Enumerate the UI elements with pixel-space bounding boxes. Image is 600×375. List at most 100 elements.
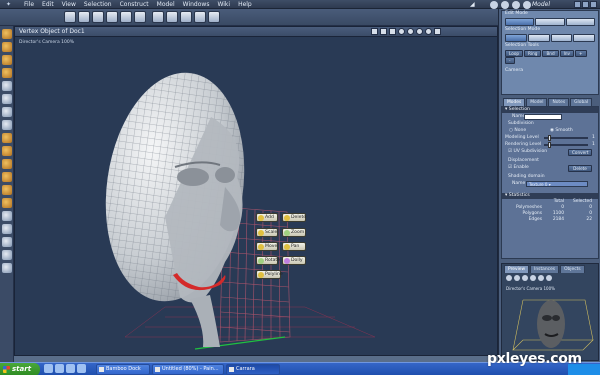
model-room-icon[interactable] [501, 0, 509, 9]
preview-settings-icon[interactable] [546, 275, 552, 281]
tab-modes[interactable]: Modes [503, 98, 526, 106]
subdivision-none-radio[interactable]: ○ None [509, 127, 526, 134]
task-bamboo-dock[interactable]: Bamboo Dock [96, 364, 150, 375]
close-icon[interactable] [590, 1, 597, 8]
star-tool-icon[interactable] [208, 11, 220, 23]
quick-launch-icon[interactable] [66, 364, 75, 373]
vertex-select-icon[interactable] [505, 34, 527, 42]
tab-model[interactable]: Model [526, 98, 548, 106]
start-button[interactable]: start [0, 363, 40, 375]
minimize-icon[interactable] [574, 1, 581, 8]
move-tool-icon[interactable] [2, 133, 12, 143]
3d-viewport[interactable]: Vertex Object of Doc1 Director's Camera … [14, 26, 498, 356]
convert-button[interactable]: Convert [568, 149, 592, 156]
menu-help[interactable]: Help [234, 0, 256, 9]
tab-instances[interactable]: Instances [530, 265, 560, 273]
menu-selection[interactable]: Selection [80, 0, 116, 9]
subdivision-smooth-radio[interactable]: ◉ Smooth [550, 127, 573, 134]
light-tool-icon[interactable] [166, 11, 178, 23]
blank-tool-icon[interactable] [2, 263, 12, 273]
menu-file[interactable]: File [20, 0, 38, 9]
camera-view-icon[interactable] [425, 28, 432, 35]
grow-button[interactable]: + [575, 50, 587, 57]
popup-pan-button[interactable]: Pan [282, 242, 306, 251]
face-select-icon[interactable] [550, 34, 573, 42]
popup-scale-button[interactable]: Scale [256, 228, 278, 237]
app-logo-icon[interactable]: ✦ [6, 1, 13, 8]
quick-launch-icon[interactable] [55, 364, 64, 373]
3d-scene[interactable] [15, 37, 498, 356]
search-tool-icon[interactable] [2, 237, 12, 247]
camera-tool-icon[interactable] [152, 11, 164, 23]
scale-tool-icon[interactable] [134, 11, 146, 23]
pen-tool-icon[interactable] [92, 11, 104, 23]
lighting-icon[interactable] [416, 28, 423, 35]
render-mode-icon[interactable] [398, 28, 405, 35]
extrude-tool-icon[interactable] [2, 172, 12, 182]
maximize-icon[interactable] [582, 1, 589, 8]
preview-pan-icon[interactable] [514, 275, 520, 281]
menu-model[interactable]: Model [153, 0, 179, 9]
blank-tool-icon[interactable] [2, 81, 12, 91]
popup-dolly-button[interactable]: Dolly [282, 256, 306, 265]
preview-fit-icon[interactable] [530, 275, 536, 281]
edit-mode-1-icon[interactable] [505, 18, 535, 26]
bnd-button[interactable]: Bnd [542, 50, 559, 57]
menu-windows[interactable]: Windows [179, 0, 214, 9]
tab-preview[interactable]: Preview [504, 265, 530, 273]
rotate-tool-icon[interactable] [120, 11, 132, 23]
popup-add-button[interactable]: Add [256, 213, 278, 222]
select-tool-icon[interactable] [78, 11, 90, 23]
assemble-room-icon[interactable] [490, 0, 498, 9]
vertex-tool-icon[interactable] [2, 29, 12, 39]
knife-tool-icon[interactable] [2, 198, 12, 208]
cube-tool-icon[interactable] [194, 11, 206, 23]
preview-rotate-icon[interactable] [506, 275, 512, 281]
preview-light-icon[interactable] [538, 275, 544, 281]
menu-view[interactable]: View [58, 0, 80, 9]
tab-objects[interactable]: Objects [560, 265, 585, 273]
face-tool-icon[interactable] [2, 55, 12, 65]
popup-move-button[interactable]: Move [256, 242, 278, 251]
object-select-icon[interactable] [573, 34, 595, 42]
edge-select-icon[interactable] [527, 34, 550, 42]
scale-tool-icon[interactable] [2, 159, 12, 169]
shrink-button[interactable]: - [505, 57, 515, 64]
hand-tool-icon[interactable] [180, 11, 192, 23]
layout-single-icon[interactable] [371, 28, 378, 35]
rotate-tool-icon[interactable] [2, 146, 12, 156]
preview-zoom-icon[interactable] [522, 275, 528, 281]
task-paint[interactable]: Untitled (80%) - Pain... [152, 364, 224, 375]
storyboard-room-icon[interactable] [512, 0, 520, 9]
displacement-delete-button[interactable]: Delete [568, 165, 592, 172]
popup-polyline-button[interactable]: Polyline [256, 270, 283, 279]
layout-split-icon[interactable] [380, 28, 387, 35]
shading-mode-icon[interactable] [407, 28, 414, 35]
blank-tool-icon[interactable] [2, 120, 12, 130]
menu-construct[interactable]: Construct [116, 0, 153, 9]
loop-button[interactable]: Loop [505, 50, 524, 57]
blank-tool-icon[interactable] [2, 107, 12, 117]
blank-tool-icon[interactable] [2, 94, 12, 104]
task-carrara[interactable]: Carrara [226, 364, 280, 375]
popup-delete-button[interactable]: Delete [282, 213, 306, 222]
preview-render[interactable] [503, 290, 599, 360]
modeling-level-slider[interactable] [544, 135, 588, 141]
viewport-menu-icon[interactable] [434, 28, 441, 35]
shading-name-select[interactable]: Texture 0 ▾ [526, 181, 588, 187]
tab-notes[interactable]: Notes [548, 98, 570, 106]
menu-edit[interactable]: Edit [38, 0, 58, 9]
move-tool-icon[interactable] [106, 11, 118, 23]
blank-tool-icon[interactable] [2, 250, 12, 260]
head-mesh[interactable] [92, 64, 259, 347]
rendering-level-slider[interactable] [544, 142, 588, 148]
layout-quad-icon[interactable] [389, 28, 396, 35]
tab-global[interactable]: Global [570, 98, 593, 106]
pan-tool-icon[interactable] [2, 224, 12, 234]
sphere-tool-icon[interactable] [64, 11, 76, 23]
loop-tool-icon[interactable] [2, 68, 12, 78]
popup-zoom-button[interactable]: Zoom [282, 228, 306, 237]
texture-room-icon[interactable] [523, 0, 531, 9]
enable-checkbox[interactable]: ☑ Enable [508, 164, 529, 171]
bevel-tool-icon[interactable] [2, 185, 12, 195]
